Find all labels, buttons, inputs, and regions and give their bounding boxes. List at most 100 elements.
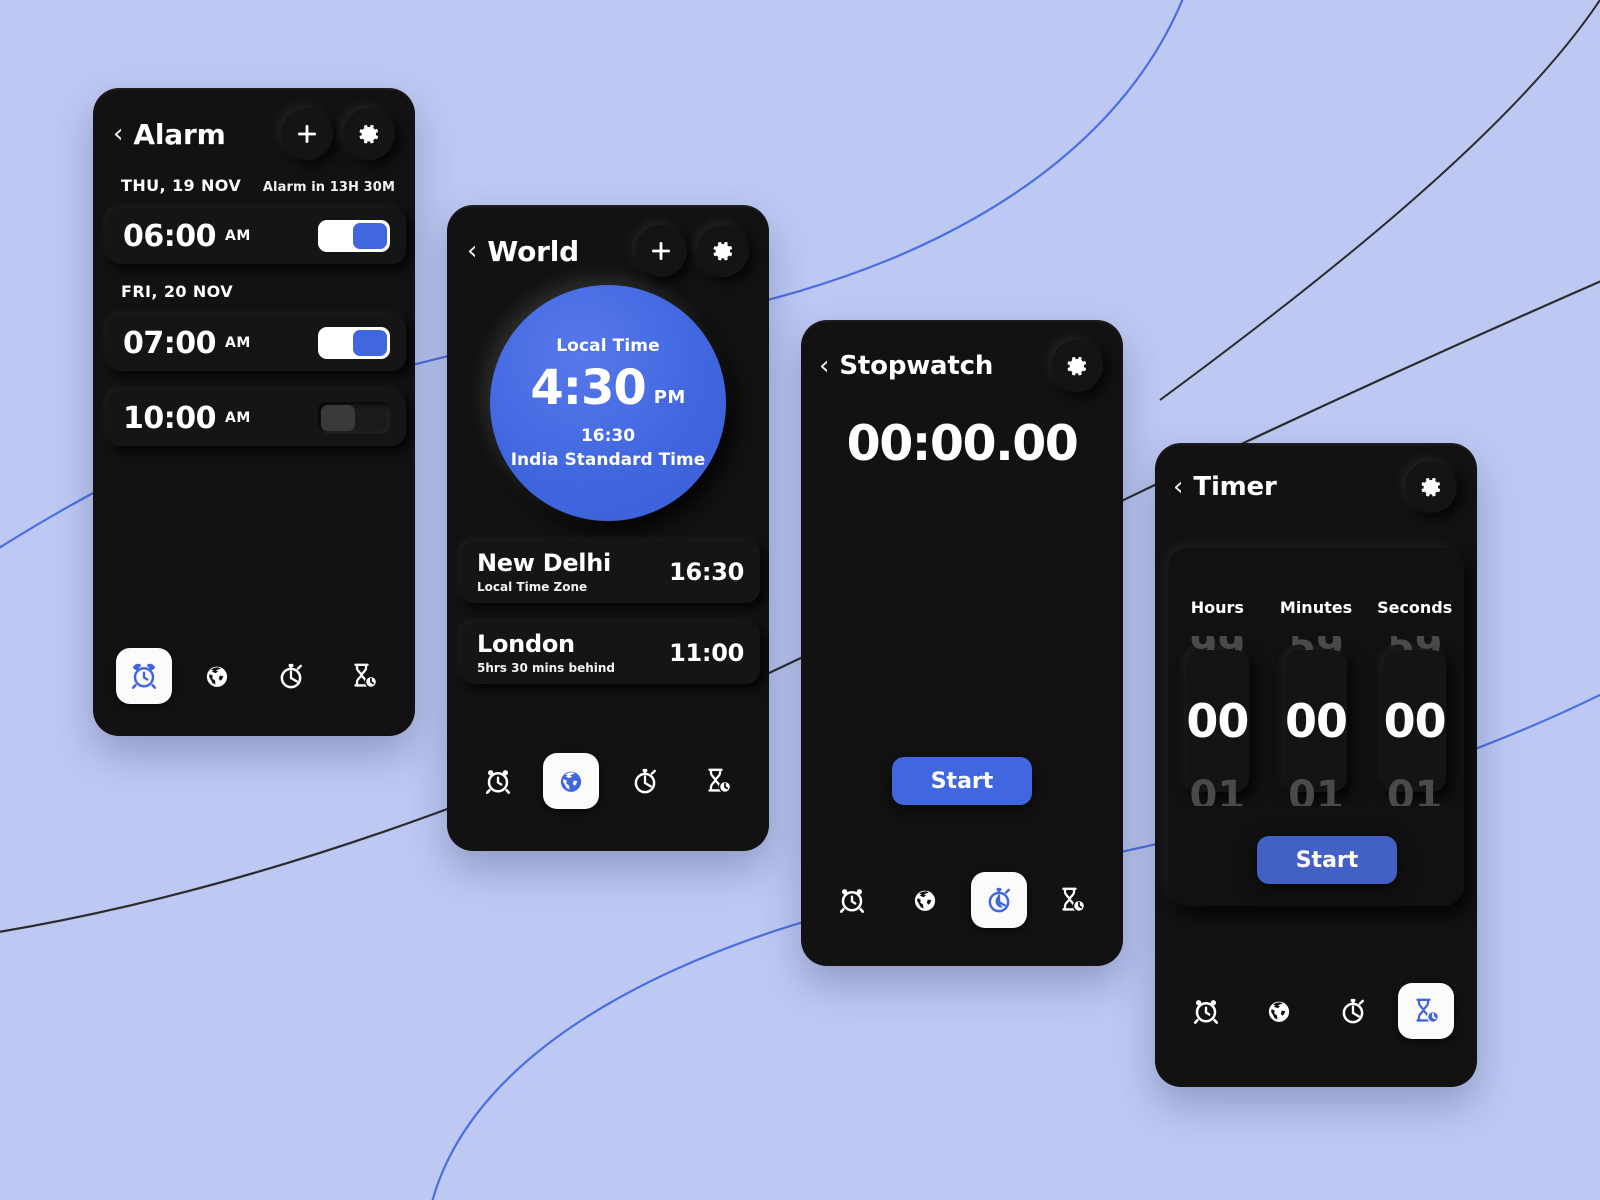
chevron-left-icon[interactable]: ‹: [467, 238, 477, 264]
plus-icon: [298, 125, 316, 143]
page-title: World: [487, 234, 579, 268]
picker-minutes[interactable]: 59 00 01: [1267, 636, 1366, 806]
picker-current-value: 00: [1186, 694, 1249, 748]
nav-item-timer[interactable]: [690, 753, 746, 809]
alarm-toggle[interactable]: [318, 220, 390, 252]
world-header: ‹ World: [467, 225, 749, 277]
alarm-row[interactable]: 10:00 AM: [107, 390, 406, 446]
local-time-value: 4:30: [530, 360, 646, 416]
alarm-header: ‹ Alarm: [113, 108, 395, 160]
alarm-row[interactable]: 06:00 AM: [107, 208, 406, 264]
stopwatch-icon: [280, 663, 302, 689]
nav-item-timer[interactable]: [1044, 872, 1100, 928]
local-time-24h: 16:30: [580, 426, 636, 446]
alarm-clock-icon: [839, 889, 864, 913]
city-row[interactable]: New Delhi Local Time Zone 16:30: [461, 541, 760, 603]
timer-pickers: 99 00 01 59 00 01 59 00: [1168, 636, 1464, 806]
timer-screen-card: ‹ Timer Hours Minutes Seconds 99: [1155, 443, 1477, 1087]
nav-item-alarm[interactable]: [1178, 983, 1234, 1039]
plus-icon: [652, 242, 670, 260]
picker-label-seconds: Seconds: [1377, 598, 1453, 617]
settings-button[interactable]: [343, 108, 395, 160]
chevron-left-icon[interactable]: ‹: [819, 353, 829, 379]
picker-current-value: 00: [1285, 694, 1348, 748]
nav-item-world[interactable]: [189, 648, 245, 704]
alarm-toggle[interactable]: [318, 402, 390, 434]
city-row[interactable]: London 5hrs 30 mins behind 11:00: [461, 622, 760, 684]
hourglass-clock-icon: [354, 663, 378, 689]
nav-item-world[interactable]: [1251, 983, 1307, 1039]
hourglass-clock-icon: [708, 768, 732, 794]
alarm-meridiem: AM: [225, 410, 251, 426]
chevron-left-icon[interactable]: ‹: [1173, 474, 1183, 500]
alarm-meridiem: AM: [225, 228, 251, 244]
bottom-nav: [447, 753, 769, 809]
picker-label-minutes: Minutes: [1279, 598, 1353, 617]
picker-next-value: 01: [1288, 773, 1344, 806]
local-time-meridiem: PM: [653, 387, 686, 408]
start-button[interactable]: Start: [892, 757, 1032, 805]
nav-item-timer[interactable]: [336, 648, 392, 704]
picker-label-hours: Hours: [1190, 598, 1244, 617]
alarm-group-header: THU, 19 NOV Alarm in 13H 30M: [121, 176, 395, 195]
nav-item-timer[interactable]: [1398, 983, 1455, 1039]
hourglass-clock-icon: [1416, 998, 1440, 1024]
globe-icon: [561, 771, 582, 792]
picker-selected-cell[interactable]: 00: [1383, 650, 1447, 792]
alarm-screen-card: ‹ Alarm THU, 19 NOV Alarm in 13H 30M 06:…: [93, 88, 415, 736]
alarm-clock-icon: [1193, 1000, 1218, 1024]
timer-picker-panel: Hours Minutes Seconds 99 00 01 59 00: [1168, 548, 1464, 906]
city-name: London: [477, 630, 575, 659]
local-time-label: Local Time: [556, 336, 660, 356]
settings-button[interactable]: [697, 225, 749, 277]
picker-selected-cell[interactable]: 00: [1284, 650, 1348, 792]
alarm-group-header: FRI, 20 NOV: [121, 282, 395, 301]
alarm-date-label: FRI, 20 NOV: [121, 282, 234, 301]
alarm-time: 07:00: [123, 325, 217, 361]
gear-icon: [1421, 477, 1441, 497]
nav-item-alarm[interactable]: [824, 872, 880, 928]
add-alarm-button[interactable]: [281, 108, 333, 160]
nav-item-stopwatch[interactable]: [617, 753, 673, 809]
picker-hours[interactable]: 99 00 01: [1168, 636, 1267, 806]
picker-seconds[interactable]: 59 00 01: [1365, 636, 1464, 806]
hourglass-clock-icon: [1062, 887, 1086, 913]
bottom-nav: [801, 872, 1123, 928]
stopwatch-icon: [1342, 998, 1364, 1024]
alarm-countdown-label: Alarm in 13H 30M: [262, 180, 395, 195]
picker-next-value: 01: [1386, 773, 1443, 806]
bottom-nav: [1155, 983, 1477, 1039]
globe-icon: [207, 666, 228, 687]
city-offset: Local Time Zone: [477, 579, 588, 594]
toggle-knob: [353, 223, 387, 249]
gear-icon: [1067, 356, 1087, 376]
gear-icon: [713, 241, 733, 261]
start-button[interactable]: Start: [1257, 836, 1397, 884]
nav-item-alarm[interactable]: [470, 753, 526, 809]
alarm-date-label: THU, 19 NOV: [121, 176, 242, 195]
nav-item-stopwatch[interactable]: [970, 872, 1027, 928]
alarm-row[interactable]: 07:00 AM: [107, 315, 406, 371]
nav-item-world[interactable]: [543, 753, 600, 809]
toggle-knob: [353, 330, 387, 356]
settings-button[interactable]: [1405, 461, 1457, 513]
alarm-time: 06:00: [123, 218, 217, 254]
alarm-toggle[interactable]: [318, 327, 390, 359]
picker-next-value: 01: [1189, 773, 1246, 806]
city-time: 11:00: [669, 639, 744, 667]
chevron-left-icon[interactable]: ‹: [113, 121, 123, 147]
alarm-clock-icon: [131, 663, 156, 689]
page-title: Alarm: [133, 117, 226, 151]
local-time-dial[interactable]: Local Time 4:30 PM 16:30 India Standard …: [490, 285, 726, 521]
picker-selected-cell[interactable]: 00: [1186, 650, 1249, 792]
add-city-button[interactable]: [635, 225, 687, 277]
nav-item-stopwatch[interactable]: [1325, 983, 1381, 1039]
nav-item-world[interactable]: [897, 872, 953, 928]
timer-header: ‹ Timer: [1173, 461, 1457, 513]
picker-current-value: 00: [1383, 694, 1447, 748]
stopwatch-screen-card: ‹ Stopwatch 00:00.00 Start: [801, 320, 1123, 966]
settings-button[interactable]: [1051, 340, 1103, 392]
city-name: New Delhi: [477, 549, 611, 578]
nav-item-alarm[interactable]: [115, 648, 172, 704]
nav-item-stopwatch[interactable]: [263, 648, 319, 704]
